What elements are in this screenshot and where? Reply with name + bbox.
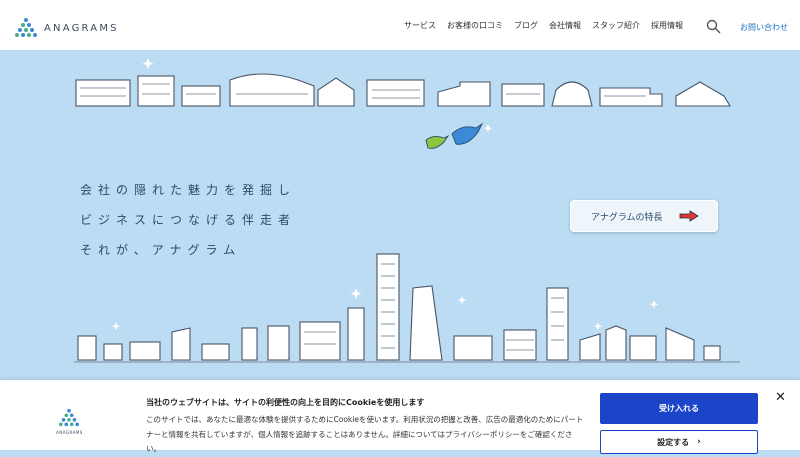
site-header: ANAGRAMS サービス お客様の口コミ ブログ 会社情報 スタッフ紹介 採用… — [0, 0, 800, 50]
features-button-label: アナグラムの特長 — [591, 212, 663, 223]
bird-icon — [425, 122, 484, 149]
cookie-logo: ANAGRAMS — [56, 408, 83, 435]
close-icon[interactable]: ✕ — [775, 390, 786, 405]
hero-line-3: それが、アナグラム — [80, 243, 242, 257]
accept-button[interactable]: 受け入れる — [600, 393, 758, 424]
nav-item-staff[interactable]: スタッフ紹介 — [592, 20, 640, 31]
contact-link[interactable]: お問い合わせ — [740, 22, 788, 33]
hero-line-1: 会社の隠れた魅力を発掘し — [80, 183, 297, 197]
main-nav: サービス お客様の口コミ ブログ 会社情報 スタッフ紹介 採用情報 — [404, 20, 694, 31]
settings-button[interactable]: 設定する › — [600, 430, 758, 454]
logo-mark-icon — [15, 18, 37, 37]
nav-item-blog[interactable]: ブログ — [514, 20, 538, 31]
nav-item-recruit[interactable]: 採用情報 — [651, 20, 683, 31]
logo-text: ANAGRAMS — [44, 22, 119, 34]
cookie-title: 当社のウェブサイトは、サイトの利便性の向上を目的にCookieを使用します — [146, 398, 425, 407]
settings-button-label: 設定する — [657, 437, 690, 447]
nav-item-company[interactable]: 会社情報 — [549, 20, 581, 31]
nav-item-reviews[interactable]: お客様の口コミ — [447, 20, 503, 31]
logo[interactable]: ANAGRAMS — [13, 17, 119, 39]
hero-line-2: ビジネスにつなげる伴走者 — [80, 213, 297, 227]
cookie-logo-text: ANAGRAMS — [56, 430, 83, 435]
search-icon[interactable] — [706, 19, 721, 34]
nav-item-services[interactable]: サービス — [404, 20, 436, 31]
features-button[interactable]: アナグラムの特長 — [570, 200, 718, 232]
chevron-right-icon: › — [697, 437, 701, 447]
arrow-right-icon — [679, 210, 699, 222]
logo-mark-icon — [59, 408, 80, 427]
